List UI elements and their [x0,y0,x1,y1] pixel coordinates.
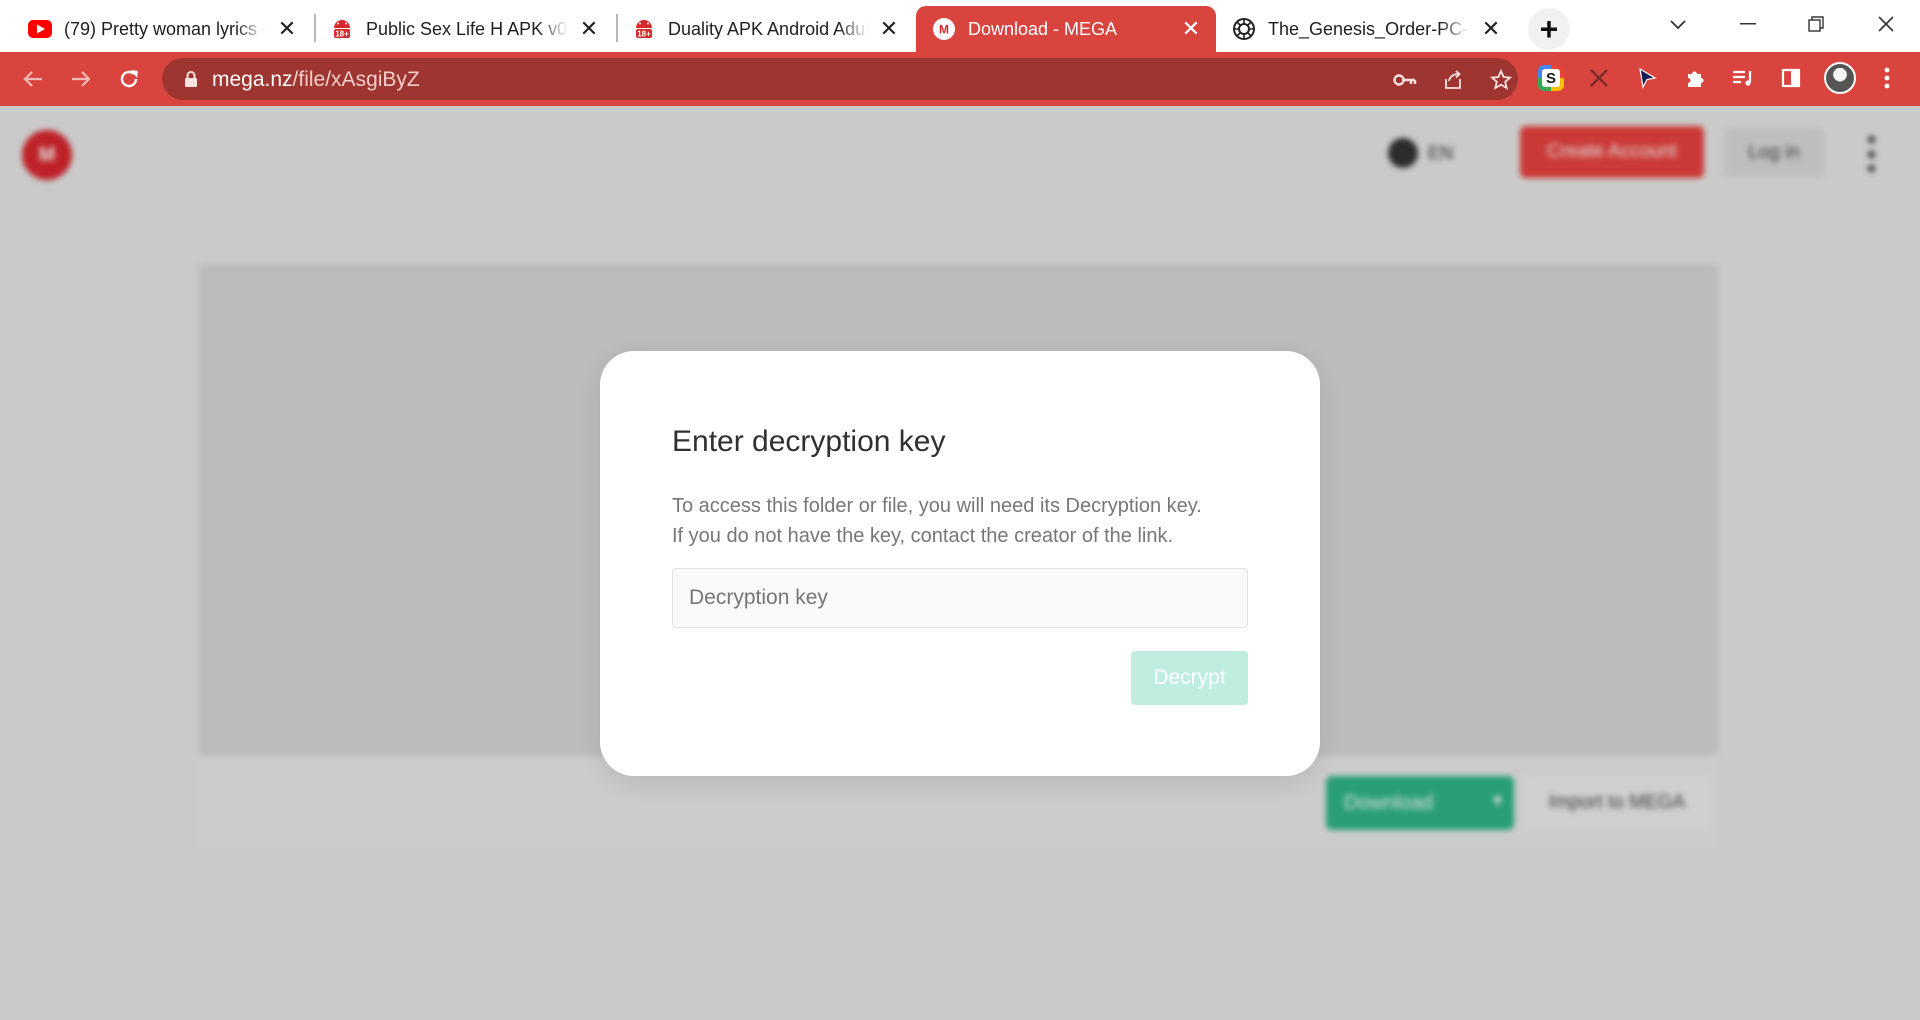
tab-duality[interactable]: 18+ Duality APK Android Adul ✕ [616,6,914,52]
tab-title: The_Genesis_Order-PC-v [1268,18,1470,39]
dialog-title: Enter decryption key [672,425,946,458]
close-tab-icon[interactable]: ✕ [274,16,300,42]
new-tab-button[interactable]: + [1528,8,1570,50]
profile-avatar[interactable] [1824,62,1856,94]
dialog-description-line-1: To access this folder or file, you will … [672,495,1202,517]
svg-text:18+: 18+ [637,30,651,39]
close-tab-icon[interactable]: ✕ [1178,16,1204,42]
minimize-icon[interactable] [1718,6,1778,42]
extensions-puzzle-icon[interactable] [1678,61,1712,95]
decryption-key-input[interactable] [672,568,1248,628]
adult-18-icon: 18+ [632,17,656,41]
address-bar[interactable]: mega.nz/file/xAsgiByZ [162,58,1518,100]
ext-s-icon[interactable]: S [1534,61,1568,95]
restore-icon[interactable] [1786,6,1846,42]
tab-search-chevron-icon[interactable] [1648,6,1708,42]
youtube-icon [28,17,52,41]
back-arrow-icon[interactable] [14,60,52,98]
key-icon[interactable] [1392,67,1418,93]
cursor-extension-icon[interactable] [1630,61,1664,95]
decrypt-button[interactable]: Decrypt [1131,651,1248,705]
lock-icon[interactable] [180,68,202,90]
tab-mega-download[interactable]: M Download - MEGA ✕ [916,6,1216,52]
bookmark-star-icon[interactable] [1488,67,1514,93]
url-text[interactable]: mega.nz/file/xAsgiByZ [212,68,420,92]
side-panel-icon[interactable] [1774,61,1808,95]
openai-icon [1232,17,1256,41]
tab-youtube[interactable]: (79) Pretty woman lyrics - ✕ [12,6,312,52]
forward-arrow-icon[interactable] [62,60,100,98]
media-queue-icon[interactable] [1726,61,1760,95]
tab-genesis-order[interactable]: The_Genesis_Order-PC-v ✕ [1216,6,1516,52]
dialog-description-line-2: If you do not have the key, contact the … [672,525,1174,547]
url-path: /file/xAsgiByZ [292,68,420,91]
ext-x-icon[interactable] [1582,61,1616,95]
close-tab-icon[interactable]: ✕ [1478,16,1504,42]
browser-menu-icon[interactable] [1870,61,1904,95]
url-domain: mega.nz [212,68,293,91]
svg-text:18+: 18+ [335,30,349,39]
mega-icon: M [932,17,956,41]
reload-icon[interactable] [110,60,148,98]
adult-18-icon: 18+ [330,17,354,41]
tab-title: Download - MEGA [968,18,1118,39]
browser-tab-strip: (79) Pretty woman lyrics - ✕ 18+ Public … [0,0,1920,52]
decryption-key-dialog: Enter decryption key To access this fold… [600,351,1320,776]
svg-text:M: M [939,23,949,37]
tab-title: (79) Pretty woman lyrics - [64,18,266,39]
dialog-description: To access this folder or file, you will … [672,491,1272,551]
tab-title: Duality APK Android Adul [668,18,868,39]
tab-title: Public Sex Life H APK v0.5 [366,18,568,39]
close-tab-icon[interactable]: ✕ [576,16,602,42]
tab-public-sex-life[interactable]: 18+ Public Sex Life H APK v0.5 ✕ [314,6,614,52]
close-window-icon[interactable] [1856,6,1916,42]
share-icon[interactable] [1440,67,1466,93]
close-tab-icon[interactable]: ✕ [876,16,902,42]
